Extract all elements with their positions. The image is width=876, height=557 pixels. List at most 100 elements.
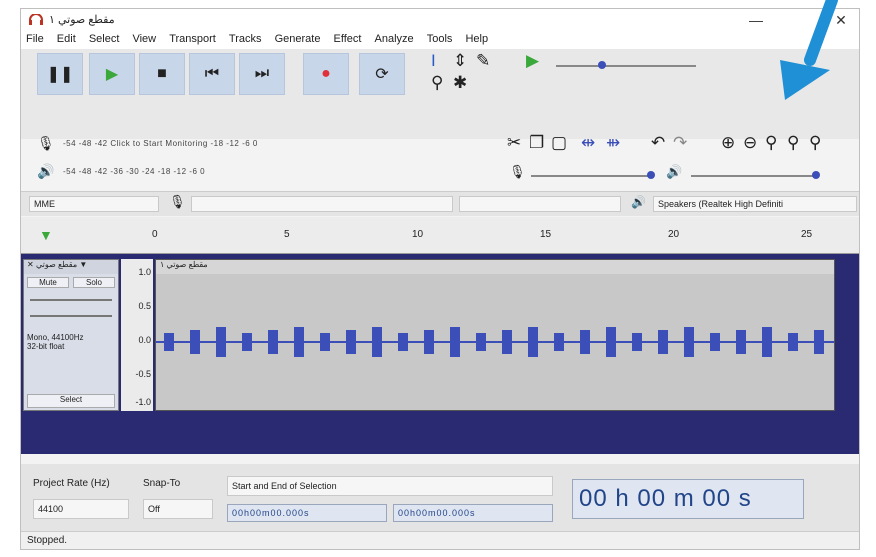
menu-file[interactable]: File	[21, 31, 49, 47]
copy-icon[interactable]: ❐	[529, 133, 544, 153]
record-volume-thumb[interactable]	[647, 171, 655, 179]
clip-title: مقطع صوتي ١	[156, 260, 834, 274]
zoom-in-icon[interactable]: ⊕	[721, 133, 735, 153]
title-bar: مقطع صوتي ١ — ✕	[21, 9, 859, 31]
scale-label: -1.0	[135, 397, 151, 407]
window-title: مقطع صوتي ١	[49, 14, 115, 26]
pan-slider[interactable]	[30, 315, 112, 317]
undo-icon[interactable]: ↶	[651, 133, 665, 153]
pause-button[interactable]: ❚❚	[37, 53, 83, 95]
play-speed-thumb[interactable]	[598, 61, 606, 69]
waveform-burst	[658, 330, 668, 354]
track-header[interactable]: ✕ مقطع صوتي ▼	[24, 260, 118, 274]
waveform-burst	[606, 327, 616, 357]
recording-device-select[interactable]	[191, 196, 453, 212]
menu-bar: File Edit Select View Transport Tracks G…	[21, 31, 859, 49]
record-volume-slider[interactable]	[531, 175, 651, 177]
waveform-burst	[216, 327, 226, 357]
track-name: مقطع صوتي	[35, 260, 78, 269]
snap-to-select[interactable]: Off	[143, 499, 213, 519]
recording-channels-select[interactable]	[459, 196, 621, 212]
playback-volume-slider[interactable]	[691, 175, 816, 177]
waveform-burst	[580, 330, 590, 354]
menu-help[interactable]: Help	[460, 31, 493, 47]
vertical-scale: 1.0 0.5 0.0 -0.5 -1.0	[121, 259, 153, 411]
skip-to-start-button[interactable]: ⏮	[189, 53, 235, 95]
fit-project-icon[interactable]: ⚲	[787, 133, 799, 153]
play-at-speed-icon[interactable]: ▶	[526, 51, 539, 71]
audio-position-display[interactable]: 00 h 00 m 00 s	[572, 479, 804, 519]
ruler-label: 20	[668, 229, 680, 240]
mute-button[interactable]: Mute	[27, 277, 69, 288]
selection-end-time[interactable]: 00h00m00.000s	[393, 504, 553, 522]
playback-volume-icon: 🔊	[666, 164, 683, 179]
pin-head-icon[interactable]: ▼	[39, 227, 53, 243]
ruler-label: 5	[284, 229, 290, 240]
stop-button[interactable]: ■	[139, 53, 185, 95]
menu-generate[interactable]: Generate	[270, 31, 326, 47]
menu-view[interactable]: View	[127, 31, 161, 47]
record-button[interactable]: ●	[303, 53, 349, 95]
menu-select[interactable]: Select	[84, 31, 125, 47]
ruler-label: 0	[152, 229, 158, 240]
trim-icon[interactable]: ⇹	[581, 133, 595, 153]
waveform-burst	[684, 327, 694, 357]
audio-clip[interactable]: مقطع صوتي ١	[155, 259, 835, 411]
paste-icon[interactable]: ▢	[551, 133, 567, 153]
menu-transport[interactable]: Transport	[164, 31, 221, 47]
ruler-label: 25	[801, 229, 813, 240]
select-button[interactable]: Select	[27, 394, 115, 408]
scale-label: 0.5	[138, 301, 151, 311]
multi-tool-icon[interactable]: ✱	[453, 73, 467, 93]
waveform-burst	[710, 333, 720, 351]
zoom-out-icon[interactable]: ⊖	[743, 133, 757, 153]
selection-start-time[interactable]: 00h00m00.000s	[227, 504, 387, 522]
waveform-burst	[450, 327, 460, 357]
waveform-burst	[476, 333, 486, 351]
playback-device-icon: 🔊	[631, 195, 646, 209]
zoom-tool-icon[interactable]: ⚲	[431, 73, 443, 93]
envelope-tool-icon[interactable]: ⇕	[453, 51, 467, 71]
menu-edit[interactable]: Edit	[52, 31, 81, 47]
waveform-burst	[320, 333, 330, 351]
waveform-burst	[294, 327, 304, 357]
waveform-burst	[788, 333, 798, 351]
selection-mode-select[interactable]: Start and End of Selection	[227, 476, 553, 496]
skip-to-end-button[interactable]: ⏭	[239, 53, 285, 95]
track-area: ✕ مقطع صوتي ▼ Mute Solo Mono, 44100Hz 32…	[21, 254, 859, 454]
playback-meter-scale: -54 -48 -42 -36 -30 -24 -18 -12 -6 0	[63, 167, 206, 176]
project-rate-select[interactable]: 44100	[33, 499, 129, 519]
redo-icon[interactable]: ↷	[673, 133, 687, 153]
timeline-ruler[interactable]: ▼ 0 5 10 15 20 25	[21, 217, 859, 254]
playback-volume-thumb[interactable]	[812, 171, 820, 179]
waveform-burst	[346, 330, 356, 354]
waveform-burst	[190, 330, 200, 354]
record-meter[interactable]: 🎙 -54 -48 -42 Click to Start Monitoring …	[33, 135, 493, 155]
device-toolbar: MME 🎙 🔊 Speakers (Realtek High Definiti	[21, 191, 859, 216]
waveform-burst	[372, 327, 382, 357]
waveform-burst	[268, 330, 278, 354]
menu-tracks[interactable]: Tracks	[224, 31, 267, 47]
fit-selection-icon[interactable]: ⚲	[765, 133, 777, 153]
zoom-toggle-icon[interactable]: ⚲	[809, 133, 821, 153]
menu-tools[interactable]: Tools	[422, 31, 458, 47]
loop-button[interactable]: ⟳	[359, 53, 405, 95]
menu-effect[interactable]: Effect	[329, 31, 367, 47]
play-button[interactable]: ▶	[89, 53, 135, 95]
audio-host-select[interactable]: MME	[29, 196, 159, 212]
selection-tool-icon[interactable]: I	[431, 51, 436, 71]
waveform-burst	[424, 330, 434, 354]
record-volume-icon: 🎙	[509, 164, 526, 179]
cut-icon[interactable]: ✂	[507, 133, 521, 153]
gain-slider[interactable]	[30, 299, 112, 301]
silence-icon[interactable]: ⇻	[606, 133, 620, 153]
playback-meter[interactable]: 🔊 -54 -48 -42 -36 -30 -24 -18 -12 -6 0	[33, 163, 493, 183]
ruler-label: 10	[412, 229, 424, 240]
playback-device-select[interactable]: Speakers (Realtek High Definiti	[653, 196, 857, 212]
menu-analyze[interactable]: Analyze	[370, 31, 419, 47]
draw-tool-icon[interactable]: ✎	[476, 51, 490, 71]
scale-label: 0.0	[138, 335, 151, 345]
play-speed-slider[interactable]	[556, 65, 696, 67]
solo-button[interactable]: Solo	[73, 277, 115, 288]
waveform-burst	[528, 327, 538, 357]
